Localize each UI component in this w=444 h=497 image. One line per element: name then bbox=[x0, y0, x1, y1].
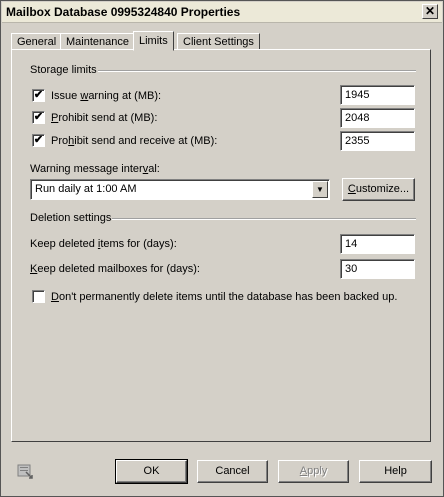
context-help-icon[interactable] bbox=[17, 463, 33, 479]
deletion-settings-label: Deletion settings bbox=[30, 212, 112, 224]
issue-warning-label: Issue warning at (MB): bbox=[51, 90, 162, 102]
window-title: Mailbox Database 0995324840 Properties bbox=[6, 5, 241, 19]
keep-items-input[interactable]: 14 bbox=[340, 234, 415, 254]
warning-interval-label: Warning message interval: bbox=[30, 163, 160, 175]
help-button[interactable]: Help bbox=[359, 460, 432, 483]
prohibit-send-checkbox[interactable]: ✔ bbox=[32, 111, 45, 124]
cancel-button[interactable]: Cancel bbox=[197, 460, 268, 483]
issue-warning-input[interactable]: 1945 bbox=[340, 85, 415, 105]
keep-mailboxes-input[interactable]: 30 bbox=[340, 259, 415, 279]
warning-interval-select[interactable]: Run daily at 1:00 AM ▼ bbox=[30, 179, 330, 200]
tab-maintenance[interactable]: Maintenance bbox=[60, 33, 135, 49]
ok-button[interactable]: OK bbox=[115, 459, 188, 484]
prohibit-send-receive-checkbox[interactable]: ✔ bbox=[32, 134, 45, 147]
backup-label: Don't permanently delete items until the… bbox=[51, 291, 398, 303]
properties-dialog: Mailbox Database 0995324840 Properties ✕… bbox=[0, 0, 444, 497]
backup-checkbox[interactable] bbox=[32, 290, 45, 303]
customize-button[interactable]: Customize... bbox=[342, 178, 415, 201]
tab-limits[interactable]: Limits bbox=[133, 31, 174, 51]
title-bar[interactable]: Mailbox Database 0995324840 Properties ✕ bbox=[2, 2, 442, 23]
dropdown-arrow-icon[interactable]: ▼ bbox=[312, 181, 328, 198]
warning-interval-value: Run daily at 1:00 AM bbox=[35, 183, 137, 195]
issue-warning-checkbox[interactable]: ✔ bbox=[32, 89, 45, 102]
prohibit-send-input[interactable]: 2048 bbox=[340, 108, 415, 128]
tab-general[interactable]: General bbox=[11, 33, 63, 49]
prohibit-send-receive-input[interactable]: 2355 bbox=[340, 131, 415, 151]
keep-mailboxes-label: Keep deleted mailboxes for (days): bbox=[30, 263, 200, 275]
prohibit-send-label: Prohibit send at (MB): bbox=[51, 112, 158, 124]
apply-button[interactable]: Apply bbox=[278, 460, 349, 483]
deletion-separator bbox=[112, 218, 416, 220]
tab-client-settings[interactable]: Client Settings bbox=[177, 33, 260, 49]
storage-limits-label: Storage limits bbox=[30, 64, 97, 76]
keep-items-label: Keep deleted items for (days): bbox=[30, 238, 177, 250]
prohibit-send-receive-label: Prohibit send and receive at (MB): bbox=[51, 135, 218, 147]
close-button[interactable]: ✕ bbox=[422, 4, 438, 19]
storage-separator bbox=[98, 70, 416, 72]
